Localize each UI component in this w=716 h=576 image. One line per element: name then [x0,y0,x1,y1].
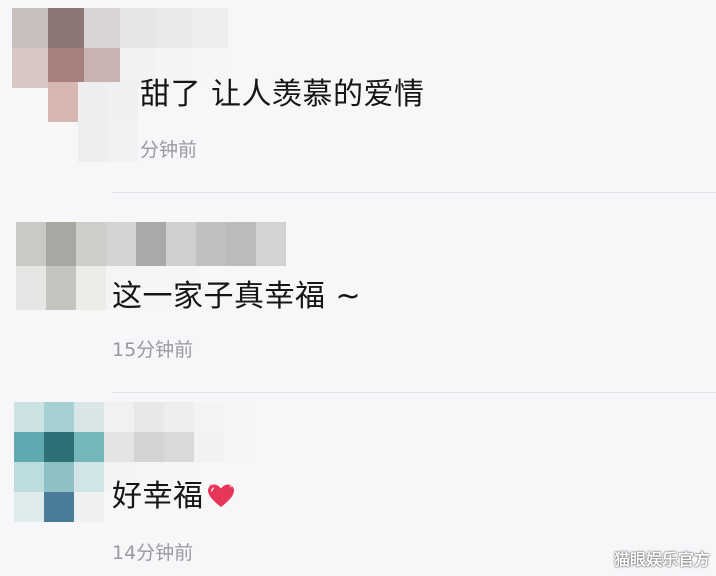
comment-timestamp: 15分钟前 [112,339,194,361]
comment-item: 这一家子真幸福 ~ 15分钟前 [0,194,716,390]
comment-text-content: 好幸福 [112,479,204,514]
comment-item: 甜了 让人羡慕的爱情 分钟前 [0,0,716,190]
watermark: 猫眼娱乐官方 [613,550,710,569]
divider [112,192,716,193]
comment-item: 好幸福 14分钟前 [0,394,716,576]
avatar-mosaic-lower [48,82,138,162]
comment-timestamp: 14分钟前 [112,542,194,564]
divider [112,392,716,393]
heart-icon [206,483,236,515]
avatar-mosaic-lower [14,492,104,522]
comment-text: 这一家子真幸福 ~ [112,279,362,314]
comment-text: 好幸福 [112,482,236,515]
comment-text: 甜了 让人羡慕的爱情 [140,77,425,112]
comment-timestamp: 分钟前 [140,139,198,161]
avatar-mosaic[interactable] [12,8,228,88]
